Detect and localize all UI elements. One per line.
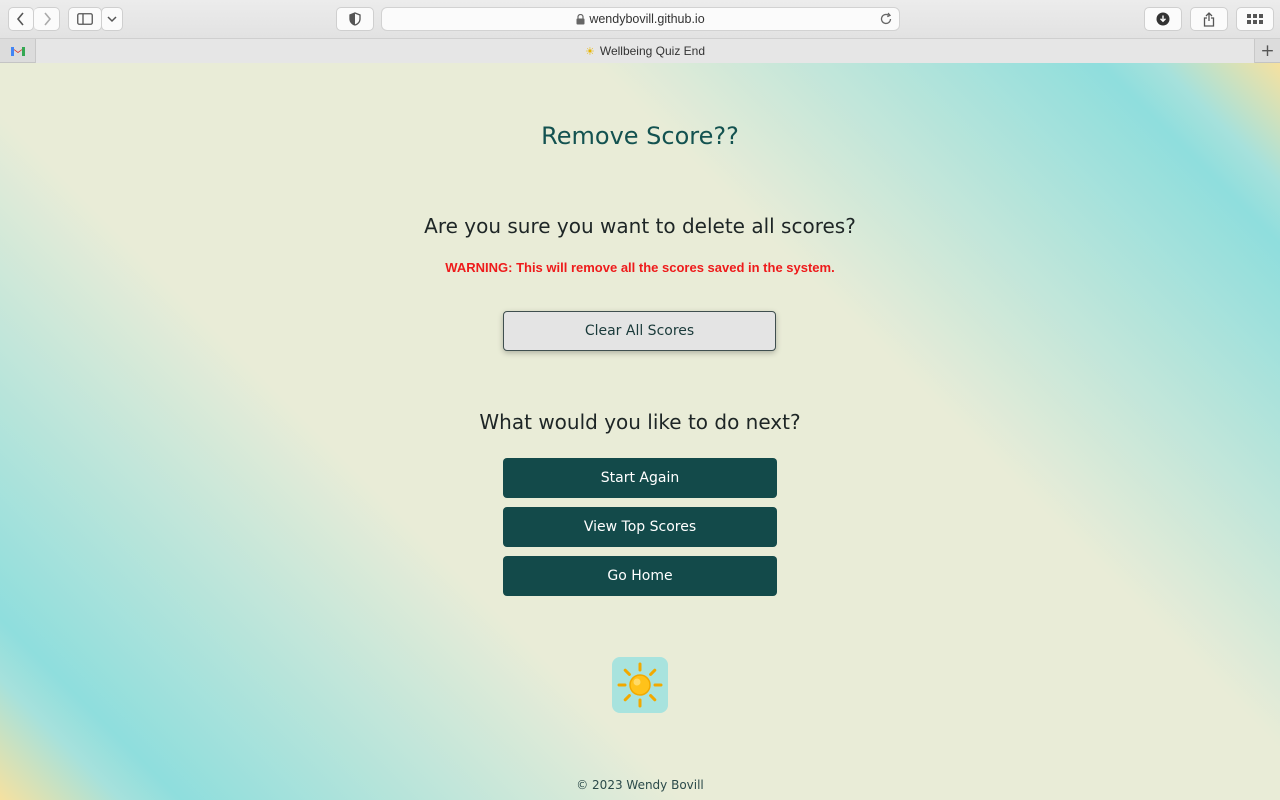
sun-icon	[617, 662, 663, 708]
page-content: Remove Score?? Are you sure you want to …	[0, 63, 1280, 800]
chevron-left-icon	[16, 12, 24, 26]
shield-icon	[349, 12, 361, 26]
page-title: Remove Score??	[541, 122, 739, 150]
lock-icon	[576, 13, 585, 24]
downloads-button[interactable]	[1144, 7, 1182, 31]
address-bar[interactable]: wendybovill.github.io	[381, 7, 900, 31]
share-icon	[1203, 11, 1215, 27]
logo	[612, 657, 668, 713]
new-tab-button[interactable]: +	[1254, 39, 1280, 63]
tab-wellbeing-quiz-end[interactable]: ☀ Wellbeing Quiz End	[36, 39, 1254, 63]
sun-favicon-icon: ☀	[584, 45, 595, 58]
url-text: wendybovill.github.io	[589, 12, 705, 26]
tab-overview-button[interactable]	[1236, 7, 1274, 31]
view-top-scores-button[interactable]: View Top Scores	[503, 507, 777, 547]
tab-title: Wellbeing Quiz End	[599, 44, 706, 58]
sidebar-button[interactable]	[68, 7, 102, 31]
reload-icon[interactable]	[879, 12, 893, 26]
privacy-button[interactable]	[336, 7, 374, 31]
next-step-question: What would you like to do next?	[479, 410, 801, 434]
start-again-button[interactable]: Start Again	[503, 458, 777, 498]
pinned-tab-gmail[interactable]	[0, 39, 36, 63]
back-button[interactable]	[8, 7, 34, 31]
warning-text: WARNING: This will remove all the scores…	[445, 260, 835, 275]
clear-all-scores-button[interactable]: Clear All Scores	[503, 311, 776, 351]
chevron-down-icon	[107, 16, 117, 23]
chevron-right-icon	[43, 12, 51, 26]
forward-button[interactable]	[34, 7, 60, 31]
gmail-icon	[10, 47, 25, 56]
go-home-button[interactable]: Go Home	[503, 556, 777, 596]
browser-toolbar: wendybovill.github.io	[0, 0, 1280, 38]
footer-copyright: © 2023 Wendy Bovill	[576, 778, 704, 792]
tab-bar: ☀ Wellbeing Quiz End +	[0, 38, 1280, 63]
share-button[interactable]	[1190, 7, 1228, 31]
sidebar-icon	[77, 13, 93, 25]
delete-question: Are you sure you want to delete all scor…	[424, 214, 856, 238]
sidebar-menu-button[interactable]	[101, 7, 123, 31]
download-icon	[1156, 12, 1170, 26]
grid-icon	[1247, 14, 1263, 24]
